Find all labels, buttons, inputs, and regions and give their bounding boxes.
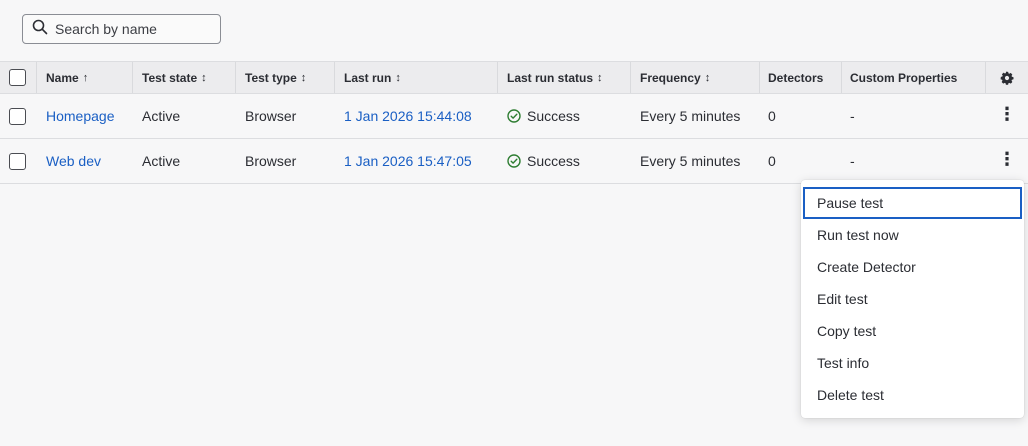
cell-frequency: Every 5 minutes: [640, 153, 741, 169]
search-box[interactable]: [22, 14, 221, 44]
page: Name ↑ Test state ↕ Test type ↕ Last run…: [0, 0, 1028, 446]
check-circle-icon: [507, 154, 521, 168]
kebab-menu-icon[interactable]: ⋮: [986, 105, 1028, 125]
cell-frequency: Every 5 minutes: [640, 108, 741, 124]
kebab-menu-icon[interactable]: ⋮: [986, 150, 1028, 170]
column-label: Frequency: [640, 70, 701, 85]
menu-item-edit-test[interactable]: Edit test: [801, 283, 1024, 315]
column-label: Last run status: [507, 70, 594, 85]
column-label: Detectors: [768, 70, 824, 85]
column-label: Custom Properties: [850, 70, 958, 85]
last-run-link[interactable]: 1 Jan 2026 15:47:05: [344, 153, 472, 169]
status-text: Success: [527, 153, 580, 169]
menu-item-run-test-now[interactable]: Run test now: [801, 219, 1024, 251]
sort-icon: ↕: [395, 71, 401, 84]
column-settings-button[interactable]: [986, 62, 1028, 93]
sort-icon: ↕: [704, 71, 711, 84]
menu-item-copy-test[interactable]: Copy test: [801, 315, 1024, 347]
cell-custom-properties: -: [850, 108, 855, 124]
cell-last-run-status: Success: [498, 94, 631, 138]
row-actions-cell: ⋮: [986, 94, 1028, 138]
row-checkbox[interactable]: [9, 152, 26, 170]
last-run-link[interactable]: 1 Jan 2026 15:44:08: [344, 108, 472, 124]
column-header-last-run[interactable]: Last run ↕: [335, 62, 498, 93]
column-label: Test type: [245, 70, 297, 85]
cell-custom-properties: -: [850, 153, 855, 169]
column-header-test-type[interactable]: Test type ↕: [236, 62, 335, 93]
column-header-detectors: Detectors: [760, 62, 842, 93]
row-actions-menu: Pause test Run test now Create Detector …: [801, 180, 1024, 418]
gear-icon: [1000, 71, 1014, 85]
cell-test-type: Browser: [245, 108, 297, 124]
test-name-link[interactable]: Web dev: [46, 153, 101, 169]
cell-test-state: Active: [142, 108, 181, 124]
column-header-last-run-status[interactable]: Last run status ↕: [498, 62, 631, 93]
search-icon: [32, 19, 48, 40]
menu-item-test-info[interactable]: Test info: [801, 347, 1024, 379]
column-header-frequency[interactable]: Frequency ↕: [631, 62, 760, 93]
menu-item-delete-test[interactable]: Delete test: [801, 379, 1024, 411]
cell-name: Web dev: [37, 139, 133, 183]
cell-test-type: Browser: [245, 153, 297, 169]
column-header-custom-properties: Custom Properties: [842, 62, 986, 93]
menu-item-create-detector[interactable]: Create Detector: [801, 251, 1024, 283]
cell-test-state: Active: [142, 153, 181, 169]
column-header-name[interactable]: Name ↑: [37, 62, 133, 93]
row-checkbox[interactable]: [9, 107, 26, 125]
search-input[interactable]: [55, 21, 205, 37]
sort-icon: ↕: [597, 71, 603, 84]
column-label: Test state: [142, 70, 198, 85]
header-select-cell: [0, 62, 37, 93]
cell-detectors: 0: [768, 153, 776, 169]
table-row: Web dev Active Browser 1 Jan 2026 15:47:…: [0, 139, 1028, 184]
row-select-cell: [0, 139, 37, 183]
column-label: Last run: [344, 70, 392, 85]
status-text: Success: [527, 108, 580, 124]
cell-last-run: 1 Jan 2026 15:44:08: [335, 94, 498, 138]
sort-icon: ↕: [201, 71, 207, 84]
column-header-test-state[interactable]: Test state ↕: [133, 62, 236, 93]
table-row: Homepage Active Browser 1 Jan 2026 15:44…: [0, 94, 1028, 139]
check-circle-icon: [507, 109, 521, 123]
tests-table: Name ↑ Test state ↕ Test type ↕ Last run…: [0, 61, 1028, 184]
menu-item-pause-test[interactable]: Pause test: [803, 187, 1022, 219]
cell-last-run: 1 Jan 2026 15:47:05: [335, 139, 498, 183]
select-all-checkbox[interactable]: [9, 69, 26, 86]
test-name-link[interactable]: Homepage: [46, 108, 115, 124]
row-actions-cell: ⋮: [986, 139, 1028, 183]
table-header: Name ↑ Test state ↕ Test type ↕ Last run…: [0, 61, 1028, 94]
column-label: Name: [46, 70, 79, 85]
cell-detectors: 0: [768, 108, 776, 124]
sort-ascending-icon: ↑: [82, 71, 89, 84]
sort-icon: ↕: [300, 71, 307, 84]
cell-name: Homepage: [37, 94, 133, 138]
cell-last-run-status: Success: [498, 139, 631, 183]
row-select-cell: [0, 94, 37, 138]
